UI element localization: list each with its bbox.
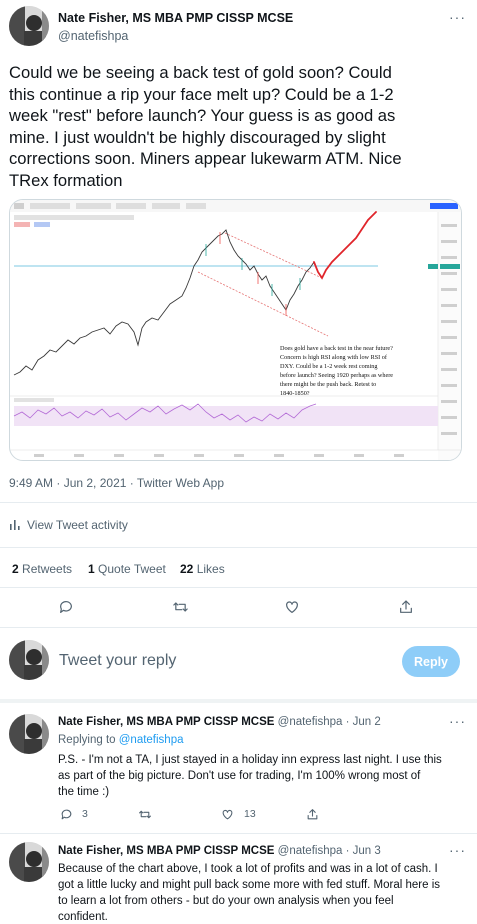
replying-handle[interactable]: @natefishpa	[119, 734, 184, 746]
compose-avatar[interactable]	[9, 640, 49, 680]
author-handle[interactable]: @natefishpa	[278, 716, 343, 728]
divider	[0, 547, 477, 548]
activity-icon	[9, 519, 21, 531]
avatar[interactable]	[9, 842, 49, 882]
reply-text-line: Because of the chart above, I took a lot…	[58, 863, 438, 875]
author-name[interactable]: Nate Fisher, MS MBA PMP CISSP MCSE	[58, 845, 274, 857]
retweets-label: Retweets	[22, 562, 73, 576]
share-icon[interactable]	[304, 806, 320, 822]
tweet-text-line: mine. I just wouldn't be highly discoura…	[9, 127, 386, 147]
reply-header: Nate Fisher, MS MBA PMP CISSP MCSE @nate…	[58, 845, 381, 857]
tweet-timestamp[interactable]: 9:49 AM · Jun 2, 2021 · Twitter Web App	[9, 476, 224, 490]
avatar[interactable]	[9, 714, 49, 754]
more-icon[interactable]: ···	[449, 842, 466, 858]
author-handle[interactable]: @natefishpa	[278, 845, 343, 857]
likes-label: Likes	[196, 562, 225, 576]
author-name[interactable]: Nate Fisher, MS MBA PMP CISSP MCSE	[58, 11, 293, 25]
divider	[0, 833, 477, 834]
chart-annotation-line: DXY. Could be a 1-2 week rest coming	[280, 363, 378, 370]
quotes-count: 1	[88, 562, 95, 576]
reply-text: P.S. - I'm not a TA, I just stayed in a …	[58, 752, 468, 800]
reply-count: 3	[82, 808, 88, 820]
chart-screenshot: Does gold have a back test in the near f…	[10, 200, 461, 460]
reply-text-line: P.S. - I'm not a TA, I just stayed in a …	[58, 754, 442, 766]
reply-icon[interactable]	[58, 806, 74, 822]
more-icon[interactable]: ···	[449, 713, 466, 729]
share-icon[interactable]	[396, 597, 416, 617]
author-handle[interactable]: @natefishpa	[58, 29, 128, 43]
divider	[0, 699, 477, 703]
retweets-stat[interactable]: 2 Retweets	[12, 562, 72, 576]
reply-icon[interactable]	[56, 597, 76, 617]
replying-to: Replying to @natefishpa	[58, 734, 184, 746]
avatar[interactable]	[9, 6, 49, 46]
chart-annotation-line: before launch? Seeing 1920 perhaps as wh…	[280, 372, 393, 379]
retweet-icon[interactable]	[137, 806, 153, 822]
divider	[0, 502, 477, 503]
tweet-text-line: this continue a rip your face melt up? C…	[9, 84, 394, 104]
quotes-stat[interactable]: 1 Quote Tweet	[88, 562, 166, 576]
tweet-text-line: corrections soon. Miners appear lukewarm…	[9, 149, 402, 168]
chart-annotation-line: Concern is high RSI along with low RSI o…	[280, 354, 388, 361]
like-icon[interactable]	[282, 597, 302, 617]
reply-button[interactable]: Reply	[402, 646, 460, 677]
reply-header: Nate Fisher, MS MBA PMP CISSP MCSE @nate…	[58, 716, 381, 728]
reply-text-line: as part of the big picture. Don't use fo…	[58, 770, 421, 782]
divider	[0, 627, 477, 628]
retweets-count: 2	[12, 562, 19, 576]
chart-annotation-line: Does gold have a back test in the near f…	[280, 345, 393, 352]
activity-label: View Tweet activity	[27, 518, 128, 532]
like-count: 13	[244, 808, 256, 820]
reply-text-line: confident.	[58, 911, 108, 923]
reply-date[interactable]: · Jun 3	[346, 845, 381, 857]
chart-annotation-line: there might be the push back. Retest to	[280, 381, 376, 388]
reply-text-line: the time :)	[58, 786, 110, 798]
more-icon[interactable]: ···	[449, 9, 466, 25]
likes-count: 22	[180, 562, 194, 576]
tweet-text-line: TRex formation	[9, 170, 123, 190]
quotes-label: Quote Tweet	[98, 562, 166, 576]
tweet-text: Could we be seeing a back test of gold s…	[9, 62, 474, 191]
tweet-text-line: week "rest" before launch? Your guess is…	[9, 106, 396, 125]
like-icon[interactable]	[219, 806, 235, 822]
reply-date[interactable]: · Jun 2	[346, 716, 381, 728]
likes-stat[interactable]: 22 Likes	[180, 562, 225, 576]
tweet-media-image[interactable]: Does gold have a back test in the near f…	[9, 199, 462, 461]
divider	[0, 587, 477, 588]
reply-text: Because of the chart above, I took a lot…	[58, 861, 470, 924]
author-name[interactable]: Nate Fisher, MS MBA PMP CISSP MCSE	[58, 716, 274, 728]
view-tweet-activity[interactable]: View Tweet activity	[9, 518, 128, 532]
tweet-text-line: Could we be seeing a back test of gold s…	[9, 63, 392, 82]
retweet-icon[interactable]	[170, 597, 190, 617]
reply-input[interactable]: Tweet your reply	[59, 652, 176, 670]
replying-prefix: Replying to	[58, 734, 116, 746]
reply-text-line: to learn a lot from others - but do your…	[58, 895, 394, 907]
reply-text-line: got a little lucky and might pull back s…	[58, 879, 441, 891]
